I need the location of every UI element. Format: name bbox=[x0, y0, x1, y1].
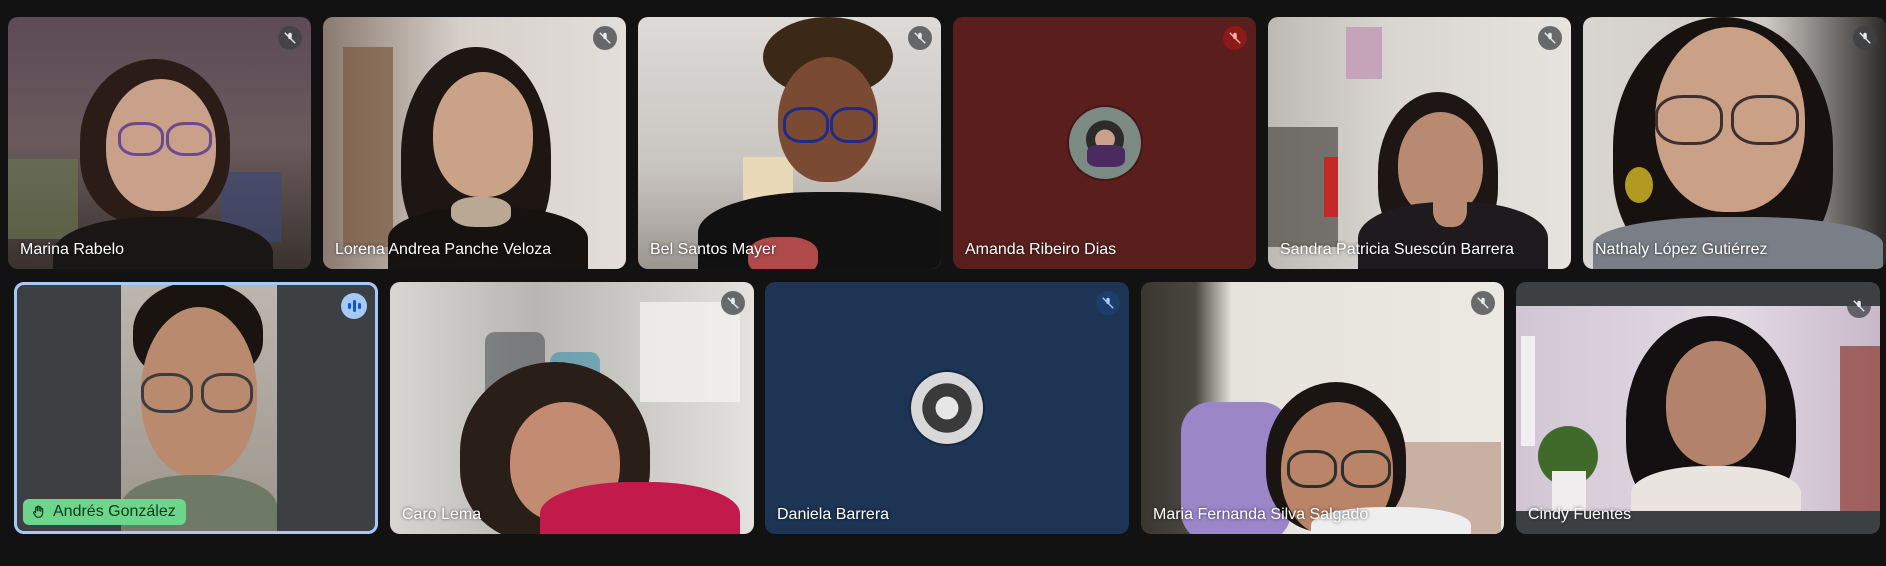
participant-video bbox=[390, 282, 754, 534]
participant-tile-amanda-ribeiro-dias[interactable]: Amanda Ribeiro Dias bbox=[953, 17, 1256, 269]
participant-video bbox=[8, 17, 311, 269]
mic-off-icon bbox=[278, 26, 302, 50]
mic-off-icon bbox=[1223, 26, 1247, 50]
participant-tile-sandra-suescun[interactable]: Sandra Patricia Suescún Barrera bbox=[1268, 17, 1571, 269]
participant-name: Amanda Ribeiro Dias bbox=[965, 241, 1117, 258]
hand-icon bbox=[32, 505, 44, 518]
meeting-grid: Marina Rabelo Lorena Andrea Panche Veloz… bbox=[0, 0, 1886, 566]
participant-tile-nathaly-lopez[interactable]: Nathaly López Gutiérrez bbox=[1583, 17, 1886, 269]
participant-name: Caro Lema bbox=[402, 506, 482, 523]
participant-video bbox=[1583, 17, 1886, 269]
avatar bbox=[1069, 107, 1141, 179]
name-chip: Andrés González bbox=[23, 499, 186, 525]
participant-name: Bel Santos Mayer bbox=[650, 241, 777, 258]
participant-tile-daniela-barrera[interactable]: Daniela Barrera bbox=[765, 282, 1129, 534]
participant-video bbox=[1141, 282, 1504, 534]
participant-name: Sandra Patricia Suescún Barrera bbox=[1280, 241, 1514, 258]
participant-tile-marina-rabelo[interactable]: Marina Rabelo bbox=[8, 17, 311, 269]
mic-off-icon bbox=[1471, 291, 1495, 315]
participant-name: Marina Rabelo bbox=[20, 241, 125, 258]
participant-tile-andres-gonzalez[interactable]: Andrés González bbox=[14, 282, 378, 534]
mic-off-icon bbox=[908, 26, 932, 50]
participant-name: Nathaly López Gutiérrez bbox=[1595, 241, 1768, 258]
participant-name: Cindy Fuentes bbox=[1528, 506, 1632, 523]
participant-name: Daniela Barrera bbox=[777, 506, 890, 523]
mic-off-icon bbox=[593, 26, 617, 50]
participant-tile-lorena-panche[interactable]: Lorena Andrea Panche Veloza bbox=[323, 17, 626, 269]
mic-off-icon bbox=[1538, 26, 1562, 50]
participant-video bbox=[1516, 306, 1880, 511]
participant-tile-maria-fernanda-silva[interactable]: Maria Fernanda Silva Salgado bbox=[1141, 282, 1504, 534]
participant-video bbox=[638, 17, 941, 269]
mic-off-icon bbox=[1853, 26, 1877, 50]
participant-video bbox=[1268, 17, 1571, 269]
participant-video bbox=[121, 285, 277, 531]
mic-off-icon bbox=[721, 291, 745, 315]
participant-name: Maria Fernanda Silva Salgado bbox=[1153, 506, 1369, 523]
mic-off-icon bbox=[1096, 291, 1120, 315]
audio-levels-icon bbox=[341, 293, 367, 319]
participant-tile-cindy-fuentes[interactable]: Cindy Fuentes bbox=[1516, 282, 1880, 534]
participant-tile-caro-lema[interactable]: Caro Lema bbox=[390, 282, 754, 534]
participant-video bbox=[323, 17, 626, 269]
avatar bbox=[911, 372, 983, 444]
participant-tile-bel-santos-mayer[interactable]: Bel Santos Mayer bbox=[638, 17, 941, 269]
participant-name: Lorena Andrea Panche Veloza bbox=[335, 241, 552, 258]
mic-off-icon bbox=[1847, 294, 1871, 318]
participant-name: Andrés González bbox=[53, 503, 176, 520]
